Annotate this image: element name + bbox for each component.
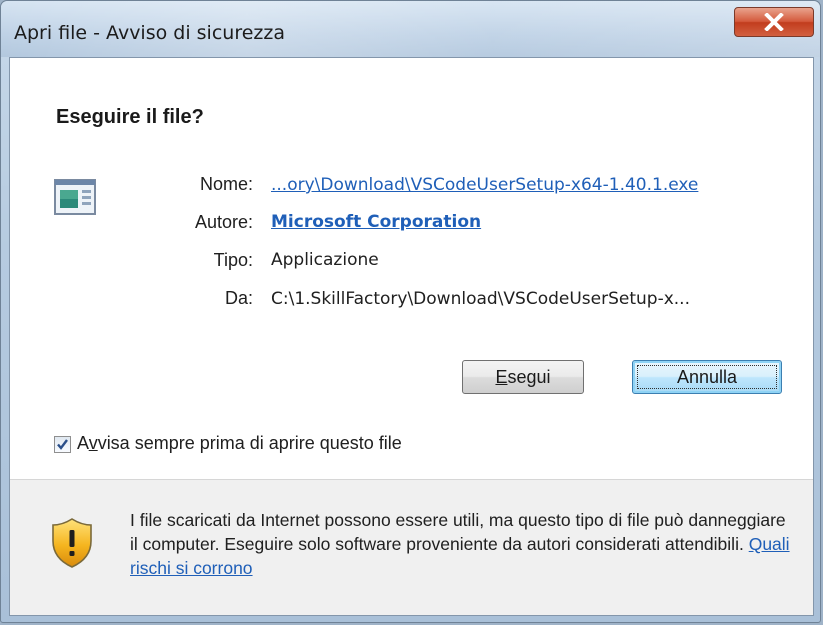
run-button[interactable]: Esegui bbox=[462, 360, 584, 394]
security-warning-window: Apri file - Avviso di sicurezza Eseguire… bbox=[0, 0, 821, 623]
dialog-content: Eseguire il file? Nome: ...ory\Download\… bbox=[10, 58, 813, 490]
always-warn-checkbox[interactable] bbox=[54, 436, 71, 453]
security-shield-icon bbox=[50, 517, 94, 569]
file-type-value: Applicazione bbox=[271, 250, 379, 270]
file-name-link[interactable]: ...ory\Download\VSCodeUserSetup-x64-1.40… bbox=[271, 175, 698, 195]
file-source-value: C:\1.SkillFactory\Download\VSCodeUserSet… bbox=[271, 289, 690, 309]
close-button[interactable] bbox=[734, 7, 814, 37]
name-label: Nome: bbox=[199, 174, 253, 194]
always-warn-label[interactable]: Avvisa sempre prima di aprire questo fil… bbox=[77, 433, 402, 454]
author-label: Autore: bbox=[194, 212, 253, 232]
application-icon bbox=[54, 178, 98, 218]
dialog-heading: Eseguire il file? bbox=[56, 106, 204, 128]
dialog-frame: Eseguire il file? Nome: ...ory\Download\… bbox=[9, 57, 814, 616]
warning-panel: I file scaricati da Internet possono ess… bbox=[10, 480, 813, 615]
title-bar[interactable]: Apri file - Avviso di sicurezza bbox=[1, 1, 820, 57]
close-icon bbox=[763, 13, 785, 31]
type-label: Tipo: bbox=[213, 250, 253, 270]
from-label: Da: bbox=[224, 288, 253, 308]
warning-text: I file scaricati da Internet possono ess… bbox=[130, 510, 790, 578]
cancel-button[interactable]: Annulla bbox=[632, 360, 782, 394]
focus-rectangle bbox=[637, 365, 777, 389]
run-button-label: Esegui bbox=[495, 366, 551, 387]
window-title: Apri file - Avviso di sicurezza bbox=[14, 22, 285, 44]
publisher-link[interactable]: Microsoft Corporation bbox=[271, 212, 481, 232]
